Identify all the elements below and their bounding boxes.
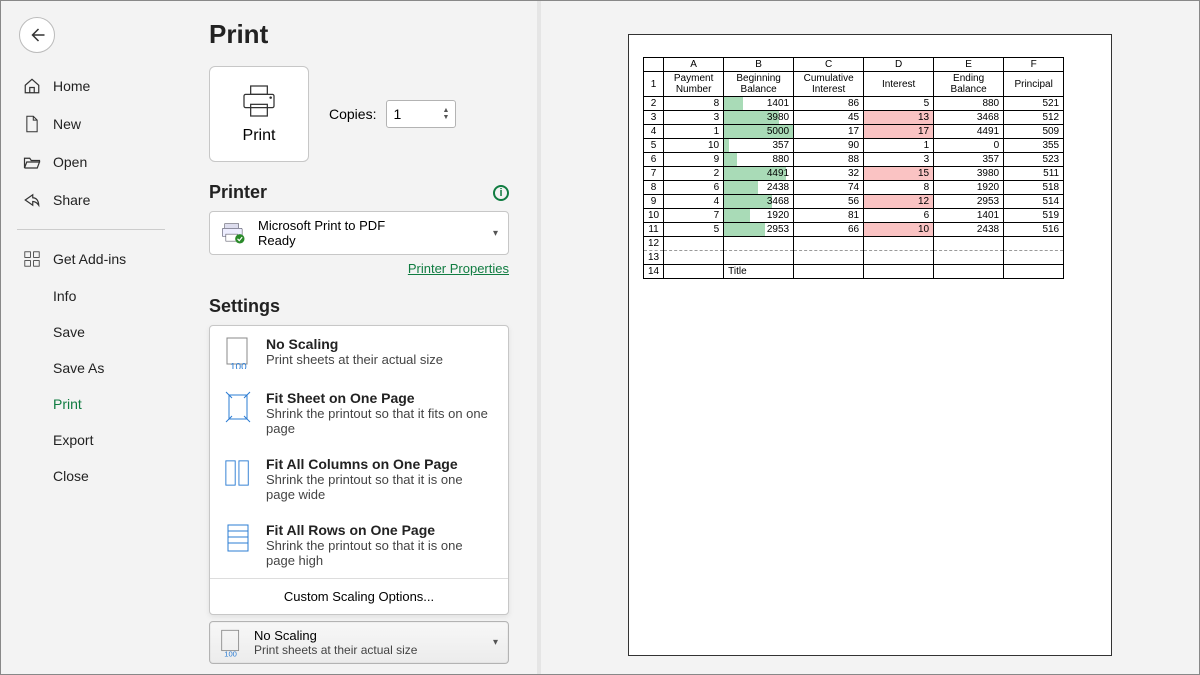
chevron-down-icon[interactable]: ▼ — [443, 114, 450, 121]
printer-name: Microsoft Print to PDF — [258, 218, 385, 233]
nav-export[interactable]: Export — [1, 422, 181, 458]
arrow-left-icon — [28, 26, 46, 44]
nav-label: Print — [53, 396, 82, 412]
printer-icon — [239, 83, 279, 119]
opt-title: Fit All Columns on One Page — [266, 456, 494, 472]
opt-title: Fit All Rows on One Page — [266, 522, 494, 538]
opt-fit-sheet[interactable]: Fit Sheet on One PageShrink the printout… — [210, 380, 508, 446]
nav-open[interactable]: Open — [1, 143, 181, 181]
file-icon — [23, 115, 41, 133]
nav-label: Save As — [53, 360, 104, 376]
opt-title: Fit Sheet on One Page — [266, 390, 494, 406]
opt-no-scaling[interactable]: 100 No ScalingPrint sheets at their actu… — [210, 326, 508, 380]
nav-label: Info — [53, 288, 76, 304]
opt-fit-rows[interactable]: Fit All Rows on One PageShrink the print… — [210, 512, 508, 578]
printer-heading-row: Printer i — [209, 182, 509, 203]
page-title: Print — [209, 19, 509, 50]
nav-label: Export — [53, 432, 93, 448]
nav-addins[interactable]: Get Add-ins — [1, 240, 181, 278]
opt-sub: Shrink the printout so that it is one pa… — [266, 472, 494, 502]
printer-heading: Printer — [209, 182, 267, 203]
collapsed-title: No Scaling — [254, 628, 417, 643]
copies-input[interactable]: 1 ▲▼ — [386, 100, 456, 128]
folder-open-icon — [23, 153, 41, 171]
print-button-label: Print — [243, 127, 276, 145]
nav-home[interactable]: Home — [1, 67, 181, 105]
print-backstage: Home New Open Share Get Add-ins Info Sav… — [1, 1, 1199, 674]
nav-share[interactable]: Share — [1, 181, 181, 219]
opt-title: No Scaling — [266, 336, 443, 352]
nav-new[interactable]: New — [1, 105, 181, 143]
nav-label: New — [53, 116, 81, 132]
print-button[interactable]: Print — [209, 66, 309, 162]
collapsed-sub: Print sheets at their actual size — [254, 643, 417, 657]
chevron-down-icon: ▾ — [493, 637, 498, 648]
opt-sub: Print sheets at their actual size — [266, 352, 443, 367]
back-button[interactable] — [19, 17, 55, 53]
printer-status: Ready — [258, 233, 385, 248]
page-100-icon: 100 — [220, 629, 242, 657]
printer-properties-link[interactable]: Printer Properties — [209, 261, 509, 276]
print-settings-panel: Print Print Copies: 1 ▲▼ Printer i Micro… — [181, 1, 541, 674]
fit-rows-icon — [224, 522, 252, 556]
nav-label: Get Add-ins — [53, 251, 126, 267]
chevron-down-icon: ▾ — [493, 228, 498, 239]
chevron-up-icon[interactable]: ▲ — [443, 107, 450, 114]
home-icon — [23, 77, 41, 95]
scaling-selector[interactable]: 100 No ScalingPrint sheets at their actu… — [209, 621, 509, 664]
info-icon[interactable]: i — [493, 185, 509, 201]
addins-icon — [23, 250, 41, 268]
fit-sheet-icon — [224, 390, 252, 424]
nav-label: Save — [53, 324, 85, 340]
page-100-icon: 100 — [224, 336, 252, 370]
backstage-sidebar: Home New Open Share Get Add-ins Info Sav… — [1, 1, 181, 674]
opt-sub: Shrink the printout so that it fits on o… — [266, 406, 494, 436]
copies-control: Copies: 1 ▲▼ — [329, 100, 456, 128]
nav-info[interactable]: Info — [1, 278, 181, 314]
copies-spinner[interactable]: ▲▼ — [443, 107, 450, 121]
nav-saveas[interactable]: Save As — [1, 350, 181, 386]
nav-print[interactable]: Print — [1, 386, 181, 422]
svg-text:100: 100 — [230, 362, 247, 369]
svg-text:100: 100 — [224, 649, 237, 656]
nav-label: Share — [53, 192, 90, 208]
nav-label: Close — [53, 468, 89, 484]
preview-page: ABCDEF1Payment NumberBeginning BalanceCu… — [629, 35, 1111, 655]
nav-save[interactable]: Save — [1, 314, 181, 350]
opt-fit-columns[interactable]: Fit All Columns on One PageShrink the pr… — [210, 446, 508, 512]
nav-label: Home — [53, 78, 90, 94]
print-preview-pane: ABCDEF1Payment NumberBeginning BalanceCu… — [541, 1, 1199, 674]
copies-label: Copies: — [329, 106, 376, 122]
share-icon — [23, 191, 41, 209]
printer-ready-icon — [220, 221, 248, 245]
nav-separator — [17, 229, 165, 230]
fit-columns-icon — [224, 456, 252, 490]
copies-value: 1 — [393, 106, 401, 122]
custom-scaling-options[interactable]: Custom Scaling Options... — [210, 578, 508, 614]
settings-heading: Settings — [209, 296, 280, 317]
preview-spreadsheet: ABCDEF1Payment NumberBeginning BalanceCu… — [643, 57, 1064, 279]
opt-sub: Shrink the printout so that it is one pa… — [266, 538, 494, 568]
printer-selector[interactable]: Microsoft Print to PDF Ready ▾ — [209, 211, 509, 255]
nav-label: Open — [53, 154, 87, 170]
nav-close[interactable]: Close — [1, 458, 181, 494]
scaling-options-popup: 100 No ScalingPrint sheets at their actu… — [209, 325, 509, 615]
